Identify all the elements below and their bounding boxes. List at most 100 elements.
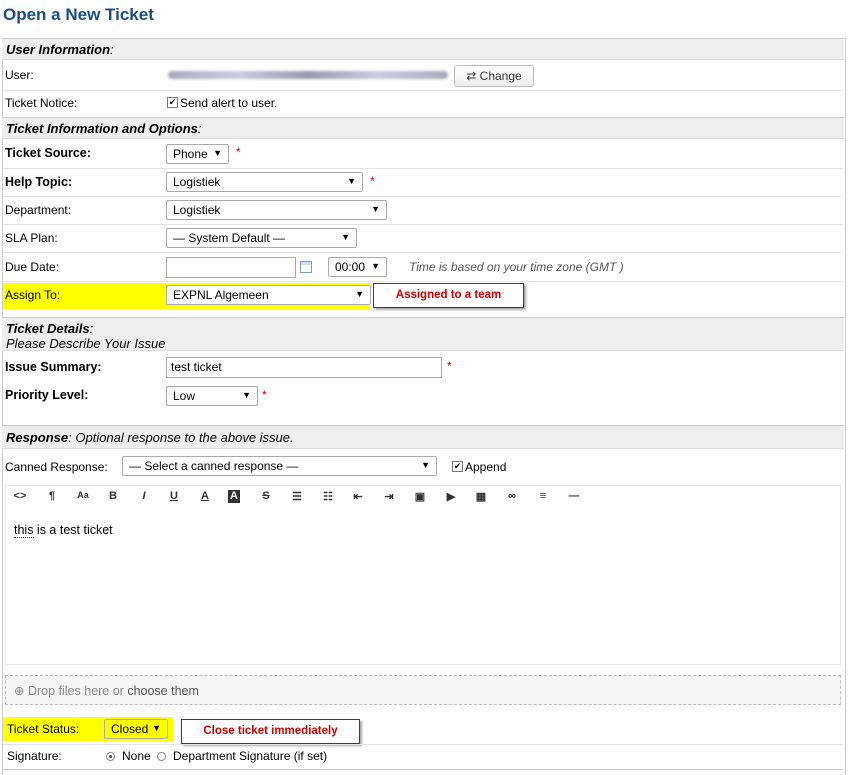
selected-value: Phone <box>173 147 208 161</box>
section-user-information: User Information: <box>2 38 844 60</box>
font-size-icon[interactable]: Aa <box>75 490 91 500</box>
ticket-source-label: Ticket Source: <box>5 146 91 160</box>
ticket-source-select[interactable]: Phone ▼ <box>166 144 229 164</box>
dropdown-arrow-icon: ▼ <box>371 261 380 271</box>
signature-none-label: None <box>122 749 151 763</box>
section-response: Response: Optional response to the above… <box>2 425 844 449</box>
selected-value: EXPNL Algemeen <box>173 288 269 302</box>
issue-summary-input[interactable]: test ticket <box>166 357 442 378</box>
required-mark: * <box>236 145 241 159</box>
table-icon[interactable]: ▦ <box>473 490 489 503</box>
signature-none-radio[interactable] <box>106 752 115 761</box>
section-title: Ticket Information and Options <box>6 121 198 136</box>
ticket-status-select[interactable]: Closed ▼ <box>104 719 168 739</box>
dropdown-arrow-icon: ▼ <box>152 723 161 733</box>
selected-value: — Select a canned response — <box>129 459 299 473</box>
dropdown-arrow-icon: ▼ <box>421 460 430 470</box>
signature-department-radio[interactable] <box>157 752 166 761</box>
section-note: : Optional response to the above issue. <box>68 430 294 445</box>
selected-value: Low <box>173 389 196 403</box>
selected-value: 00:00 <box>335 260 366 274</box>
change-user-button[interactable]: ⇄ Change <box>454 65 534 87</box>
indent-icon[interactable]: ⇥ <box>381 490 397 503</box>
ticket-status-label: Ticket Status: <box>7 722 80 736</box>
sla-plan-select[interactable]: — System Default — ▼ <box>166 228 357 248</box>
canned-response-select[interactable]: — Select a canned response — ▼ <box>122 456 437 476</box>
required-mark: * <box>370 174 375 188</box>
user-label: User: <box>5 68 34 82</box>
selected-value: Logistiek <box>173 175 221 189</box>
priority-level-label: Priority Level: <box>5 388 89 402</box>
section-title: Response <box>6 430 69 445</box>
choose-files-link[interactable]: choose them <box>127 684 199 698</box>
divider <box>3 196 843 197</box>
redacted-user-email <box>168 71 448 79</box>
image-icon[interactable]: ▣ <box>412 490 428 503</box>
divider <box>3 744 843 745</box>
attachment-dropzone[interactable]: ⊕ Drop files here or choose them <box>5 675 841 705</box>
change-label: Change <box>479 69 522 83</box>
video-icon[interactable]: ▶ <box>443 490 459 503</box>
text-color-icon[interactable]: A <box>197 490 213 502</box>
divider <box>3 224 843 225</box>
required-mark: * <box>447 359 452 373</box>
department-select[interactable]: Logistiek ▼ <box>166 200 387 220</box>
underline-icon[interactable]: U <box>166 490 182 502</box>
divider <box>3 90 843 91</box>
send-alert-checkbox[interactable]: ✔ <box>167 97 178 108</box>
outdent-icon[interactable]: ⇤ <box>350 490 366 503</box>
dropdown-arrow-icon: ▼ <box>355 289 364 299</box>
response-body-text: this is a test ticket <box>14 523 113 537</box>
italic-icon[interactable]: I <box>136 490 152 502</box>
dropdown-arrow-icon: ▼ <box>347 176 356 186</box>
due-date-input[interactable] <box>166 257 296 278</box>
section-ticket-information: Ticket Information and Options: <box>2 117 844 139</box>
refresh-icon: ⇄ <box>466 69 477 83</box>
due-time-select[interactable]: 00:00 ▼ <box>328 257 387 277</box>
append-label: Append <box>465 460 507 474</box>
assign-to-label: Assign To: <box>5 288 61 302</box>
section-title: Ticket Details <box>6 321 90 336</box>
bullet-list-icon[interactable]: ☰ <box>289 490 305 503</box>
assign-callout: Assigned to a team <box>373 283 524 308</box>
help-topic-label: Help Topic: <box>5 175 73 189</box>
signature-label: Signature: <box>7 749 62 763</box>
calendar-icon[interactable] <box>300 261 312 273</box>
bold-icon[interactable]: B <box>105 490 121 502</box>
strikethrough-icon[interactable]: S <box>258 490 274 502</box>
numbered-list-icon[interactable]: ☷ <box>320 490 336 503</box>
divider <box>3 769 843 770</box>
dropdown-arrow-icon: ▼ <box>341 232 350 242</box>
divider <box>3 252 843 253</box>
paragraph-icon[interactable]: ¶ <box>44 490 60 502</box>
dropdown-arrow-icon: ▼ <box>213 148 222 158</box>
ticket-notice-label: Ticket Notice: <box>5 96 78 110</box>
required-mark: * <box>262 388 267 402</box>
section-title: User Information <box>6 42 111 57</box>
department-label: Department: <box>5 203 72 217</box>
help-topic-select[interactable]: Logistiek ▼ <box>166 172 363 192</box>
highlight-color-icon[interactable]: A <box>228 490 240 503</box>
due-date-label: Due Date: <box>5 260 60 274</box>
link-icon[interactable]: ∞ <box>504 490 520 502</box>
signature-department-label: Department Signature (if set) <box>173 749 328 763</box>
selected-value: Logistiek <box>173 203 221 217</box>
timezone-note: Time is based on your time zone (GMT ) <box>409 260 624 274</box>
section-subtitle: Please Describe Your Issue <box>6 336 166 351</box>
status-callout: Close ticket immediately <box>181 719 360 744</box>
divider <box>3 281 843 282</box>
horizontal-rule-icon[interactable]: — <box>566 490 582 502</box>
assign-to-select[interactable]: EXPNL Algemeen ▼ <box>166 285 371 305</box>
html-source-icon[interactable]: <> <box>12 490 28 502</box>
canned-response-label: Canned Response: <box>5 460 108 474</box>
dropdown-arrow-icon: ▼ <box>371 204 380 214</box>
align-icon[interactable]: ≡ <box>535 490 551 502</box>
priority-level-select[interactable]: Low ▼ <box>166 386 258 406</box>
dropdown-arrow-icon: ▼ <box>242 390 251 400</box>
page-title: Open a New Ticket <box>3 5 154 24</box>
sla-plan-label: SLA Plan: <box>5 231 58 245</box>
section-ticket-details: Ticket Details: Please Describe Your Issu… <box>2 317 844 351</box>
send-alert-label: Send alert to user. <box>180 96 278 110</box>
append-checkbox[interactable]: ✔ <box>452 461 463 472</box>
response-editor[interactable] <box>5 485 841 665</box>
